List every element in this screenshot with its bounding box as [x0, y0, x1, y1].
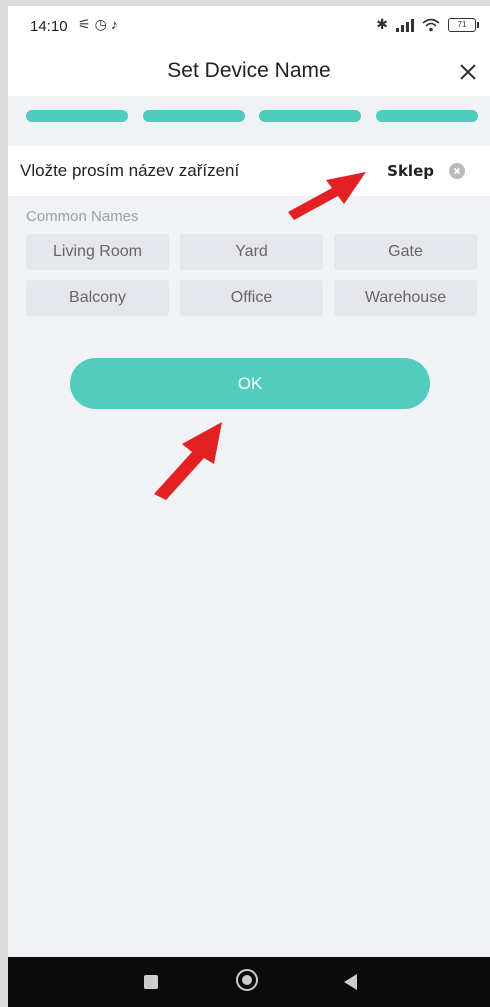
chip-gate[interactable]: Gate: [334, 234, 477, 270]
page-title: Set Device Name: [167, 59, 331, 82]
chip-yard[interactable]: Yard: [180, 234, 323, 270]
system-nav-bar: [8, 957, 490, 1007]
progress-step: [142, 110, 245, 122]
muted-icon: ⚟: [78, 16, 95, 32]
close-button[interactable]: [454, 58, 482, 86]
signal-icon: [396, 18, 414, 32]
close-icon: [460, 64, 476, 80]
bluetooth-icon: ✱: [376, 16, 388, 32]
common-names-title: Common Names: [26, 208, 139, 225]
alarm-icon: ◷: [94, 16, 111, 32]
progress-step: [259, 110, 362, 122]
progress-step: [26, 110, 128, 122]
progress-step: [375, 110, 478, 122]
battery-icon: 71: [448, 17, 479, 32]
recent-apps-icon[interactable]: [144, 975, 158, 989]
home-icon[interactable]: [236, 969, 258, 991]
annotation-arrow-icon: [154, 422, 222, 500]
device-name-row: Vložte prosím název zařízení: [8, 146, 490, 196]
status-right: ✱ 71: [376, 16, 479, 33]
app-screen: 14:10 ⚟◷♪ ✱ 71 Set Device Name Vložte pr…: [8, 6, 490, 1007]
progress-steps: [26, 110, 478, 124]
wifi-icon: [422, 18, 440, 32]
status-time: 14:10: [30, 18, 68, 35]
chip-balcony[interactable]: Balcony: [26, 280, 169, 316]
header: Set Device Name: [8, 46, 490, 96]
chip-warehouse[interactable]: Warehouse: [334, 280, 477, 316]
chip-office[interactable]: Office: [180, 280, 323, 316]
annotation-arrow-icon: [288, 172, 366, 220]
notification-icons: ⚟◷♪: [78, 16, 122, 33]
ok-button[interactable]: OK: [70, 358, 430, 409]
chip-living-room[interactable]: Living Room: [26, 234, 169, 270]
device-name-label: Vložte prosím název zařízení: [20, 161, 240, 180]
tiktok-icon: ♪: [110, 16, 122, 32]
back-icon[interactable]: [344, 974, 357, 990]
clear-input-button[interactable]: [449, 163, 465, 179]
clear-circle-icon: [453, 167, 461, 175]
status-bar: 14:10 ⚟◷♪ ✱ 71: [8, 6, 490, 46]
